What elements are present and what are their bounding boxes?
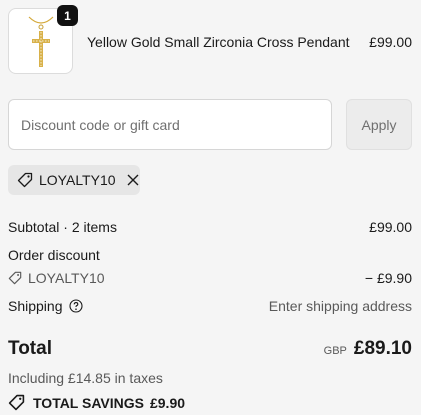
- discount-code-row: LOYALTY10 − £9.90: [8, 270, 412, 286]
- applied-discount-chip: LOYALTY10: [8, 165, 140, 195]
- shipping-value: Enter shipping address: [268, 298, 412, 314]
- total-label: Total: [8, 338, 52, 359]
- discount-code-label: LOYALTY10: [28, 270, 105, 286]
- discount-value: − £9.90: [364, 270, 412, 286]
- applied-discount-code: LOYALTY10: [39, 172, 116, 188]
- order-discount-label: Order discount: [8, 247, 100, 263]
- shipping-row: Shipping Enter shipping address: [8, 298, 412, 314]
- tag-icon: [8, 394, 25, 411]
- tag-icon: [8, 271, 22, 285]
- cross-pendant-icon: [28, 16, 54, 67]
- savings-label: TOTAL SAVINGS: [33, 394, 144, 411]
- order-discount-row: Order discount: [8, 247, 412, 263]
- apply-button[interactable]: Apply: [346, 99, 412, 150]
- shipping-label: Shipping: [8, 298, 63, 314]
- discount-code-input[interactable]: [8, 99, 332, 150]
- subtotal-value: £99.00: [369, 219, 412, 235]
- cart-line-item: 1 Yellow Gold Small Zirconia Cross Penda…: [8, 5, 412, 74]
- taxes-row: Including £14.85 in taxes: [8, 370, 412, 386]
- savings-value: £9.90: [149, 394, 186, 411]
- total-amount: £89.10: [353, 338, 412, 359]
- close-icon[interactable]: [126, 173, 140, 187]
- total-savings: TOTAL SAVINGS £9.90: [8, 394, 185, 411]
- product-name: Yellow Gold Small Zirconia Cross Pendant: [87, 34, 350, 50]
- product-price: £99.00: [369, 34, 412, 50]
- subtotal-label: Subtotal · 2 items: [8, 219, 117, 235]
- help-icon[interactable]: [68, 299, 83, 313]
- tag-icon: [17, 172, 33, 188]
- taxes-note: Including £14.85 in taxes: [8, 370, 163, 386]
- subtotal-row: Subtotal · 2 items £99.00: [8, 219, 412, 235]
- quantity-badge: 1: [57, 5, 78, 26]
- total-row: Total GBP £89.10: [8, 338, 412, 360]
- currency-code: GBP: [323, 345, 347, 357]
